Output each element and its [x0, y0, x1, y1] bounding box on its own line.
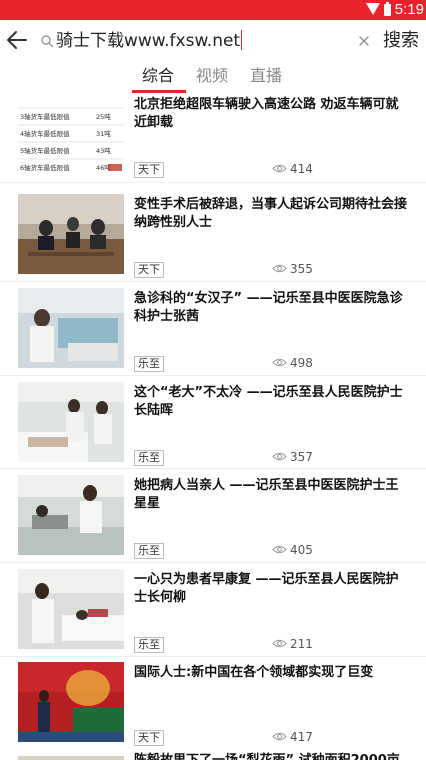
- active-tab-indicator: [132, 90, 186, 93]
- article-title[interactable]: 急诊科的“女汉子” ——记乐至县中医医院急诊科护士张茜: [134, 290, 408, 326]
- thumb-table-cell: 6轴货车最低限值: [20, 163, 70, 172]
- article-thumbnail: [18, 569, 124, 649]
- hospital-photo: [18, 569, 124, 649]
- view-count: 417: [272, 728, 342, 746]
- back-arrow-icon: [7, 31, 27, 49]
- wifi-icon: [366, 3, 380, 15]
- thumb-table-cell: 43吨: [96, 146, 111, 155]
- article-title[interactable]: 一心只为患者早康复 ——记乐至县人民医院护士长何柳: [134, 571, 408, 607]
- eye-icon: [272, 732, 287, 741]
- list-item[interactable]: 她把病人当亲人 ——记乐至县中医医院护士王星星 乐至 405: [0, 475, 426, 568]
- list-item[interactable]: 这个“老大”不太冷 ——记乐至县人民医院护士长陆晖 乐至 357: [0, 382, 426, 475]
- source-tag: 天下: [134, 162, 164, 178]
- eye-icon: [272, 545, 287, 554]
- stage-photo: [18, 662, 124, 742]
- list-item[interactable]: 急诊科的“女汉子” ——记乐至县中医医院急诊科护士张茜 乐至 498: [0, 288, 426, 381]
- back-button[interactable]: [4, 26, 32, 54]
- view-count: 414: [272, 160, 342, 178]
- article-title[interactable]: 陈毅故里下了一场“梨花雨” 试种面积2000亩: [134, 752, 400, 760]
- list-item[interactable]: 变性手术后被辞退，当事人起诉公司期待社会接纳跨性别人士 天下 355: [0, 194, 426, 287]
- list-item[interactable]: 国际人士:新中国在各个领域都实现了巨变 天下 417: [0, 662, 426, 755]
- thumb-table-cell: 25吨: [96, 112, 111, 121]
- article-title[interactable]: 变性手术后被辞退，当事人起诉公司期待社会接纳跨性别人士: [134, 196, 408, 232]
- view-count-value: 405: [290, 543, 313, 557]
- divider: [0, 468, 426, 469]
- article-thumbnail: [18, 382, 124, 462]
- divider: [0, 182, 426, 183]
- view-count: 498: [272, 354, 342, 372]
- article-thumbnail: [18, 756, 124, 760]
- article-title[interactable]: 她把病人当亲人 ——记乐至县中医医院护士王星星: [134, 477, 408, 513]
- category-tabs: 综合 视频 直播: [0, 62, 426, 94]
- view-count-value: 414: [290, 162, 313, 176]
- view-count: 357: [272, 448, 342, 466]
- view-count: 211: [272, 635, 342, 653]
- view-count: 355: [272, 260, 342, 278]
- source-tag: 天下: [134, 262, 164, 278]
- thumb-table-cell: 4轴货车最低限值: [20, 129, 70, 138]
- view-count: 405: [272, 541, 342, 559]
- search-icon: [41, 35, 54, 48]
- view-count-value: 355: [290, 262, 313, 276]
- divider: [0, 562, 426, 563]
- view-count-value: 211: [290, 637, 313, 651]
- view-count-value: 357: [290, 450, 313, 464]
- search-box[interactable]: 骑士下载www.fxsw.net: [38, 28, 378, 54]
- thumb-table-cell: 3轴货车最低限值: [20, 112, 70, 121]
- article-thumbnail: 3轴货车最低限值 25吨 4轴货车最低限值 31吨 5轴货车最低限值 43吨 6…: [18, 94, 124, 174]
- list-item[interactable]: 3轴货车最低限值 25吨 4轴货车最低限值 31吨 5轴货车最低限值 43吨 6…: [0, 94, 426, 187]
- table-image: 3轴货车最低限值 25吨 4轴货车最低限值 31吨 5轴货车最低限值 43吨 6…: [18, 94, 124, 174]
- search-button[interactable]: 搜索: [383, 26, 419, 56]
- tab-comprehensive[interactable]: 综合: [142, 64, 174, 88]
- source-tag: 乐至: [134, 543, 164, 559]
- search-input-text: 骑士下载www.fxsw.net: [56, 31, 241, 51]
- source-tag: 天下: [134, 730, 164, 746]
- eye-icon: [272, 264, 287, 273]
- eye-icon: [272, 358, 287, 367]
- eye-icon: [272, 164, 287, 173]
- courtroom-photo: [18, 194, 124, 274]
- status-time: 5:19: [394, 1, 424, 18]
- source-tag: 乐至: [134, 637, 164, 653]
- hospital-photo: [18, 475, 124, 555]
- article-thumbnail: [18, 475, 124, 555]
- thumb-table-cell: 5轴货车最低限值: [20, 146, 70, 155]
- article-title[interactable]: 国际人士:新中国在各个领域都实现了巨变: [134, 664, 408, 682]
- divider: [0, 281, 426, 282]
- list-item[interactable]: 一心只为患者早康复 ——记乐至县人民医院护士长何柳 乐至 211: [0, 569, 426, 662]
- tab-live[interactable]: 直播: [250, 64, 282, 88]
- divider: [0, 375, 426, 376]
- status-bar: 5:19: [0, 0, 426, 20]
- tab-video[interactable]: 视频: [196, 64, 228, 88]
- article-title[interactable]: 这个“老大”不太冷 ——记乐至县人民医院护士长陆晖: [134, 384, 408, 420]
- source-tag: 乐至: [134, 450, 164, 466]
- source-tag: 乐至: [134, 356, 164, 372]
- hospital-photo: [18, 382, 124, 462]
- article-thumbnail: [18, 194, 124, 274]
- eye-icon: [272, 452, 287, 461]
- search-input[interactable]: 骑士下载www.fxsw.net: [56, 28, 356, 54]
- eye-icon: [272, 639, 287, 648]
- view-count-value: 498: [290, 356, 313, 370]
- divider: [0, 656, 426, 657]
- clear-icon[interactable]: [355, 32, 373, 50]
- thumb-table-cell: 31吨: [96, 129, 111, 138]
- text-caret: [241, 30, 243, 50]
- hospital-photo: [18, 288, 124, 368]
- view-count-value: 417: [290, 730, 313, 744]
- article-thumbnail: [18, 288, 124, 368]
- search-header: 骑士下载www.fxsw.net 搜索: [0, 20, 426, 62]
- article-title[interactable]: 北京拒绝超限车辆驶入高速公路 劝返车辆可就近卸载: [134, 96, 408, 132]
- article-thumbnail: [18, 662, 124, 742]
